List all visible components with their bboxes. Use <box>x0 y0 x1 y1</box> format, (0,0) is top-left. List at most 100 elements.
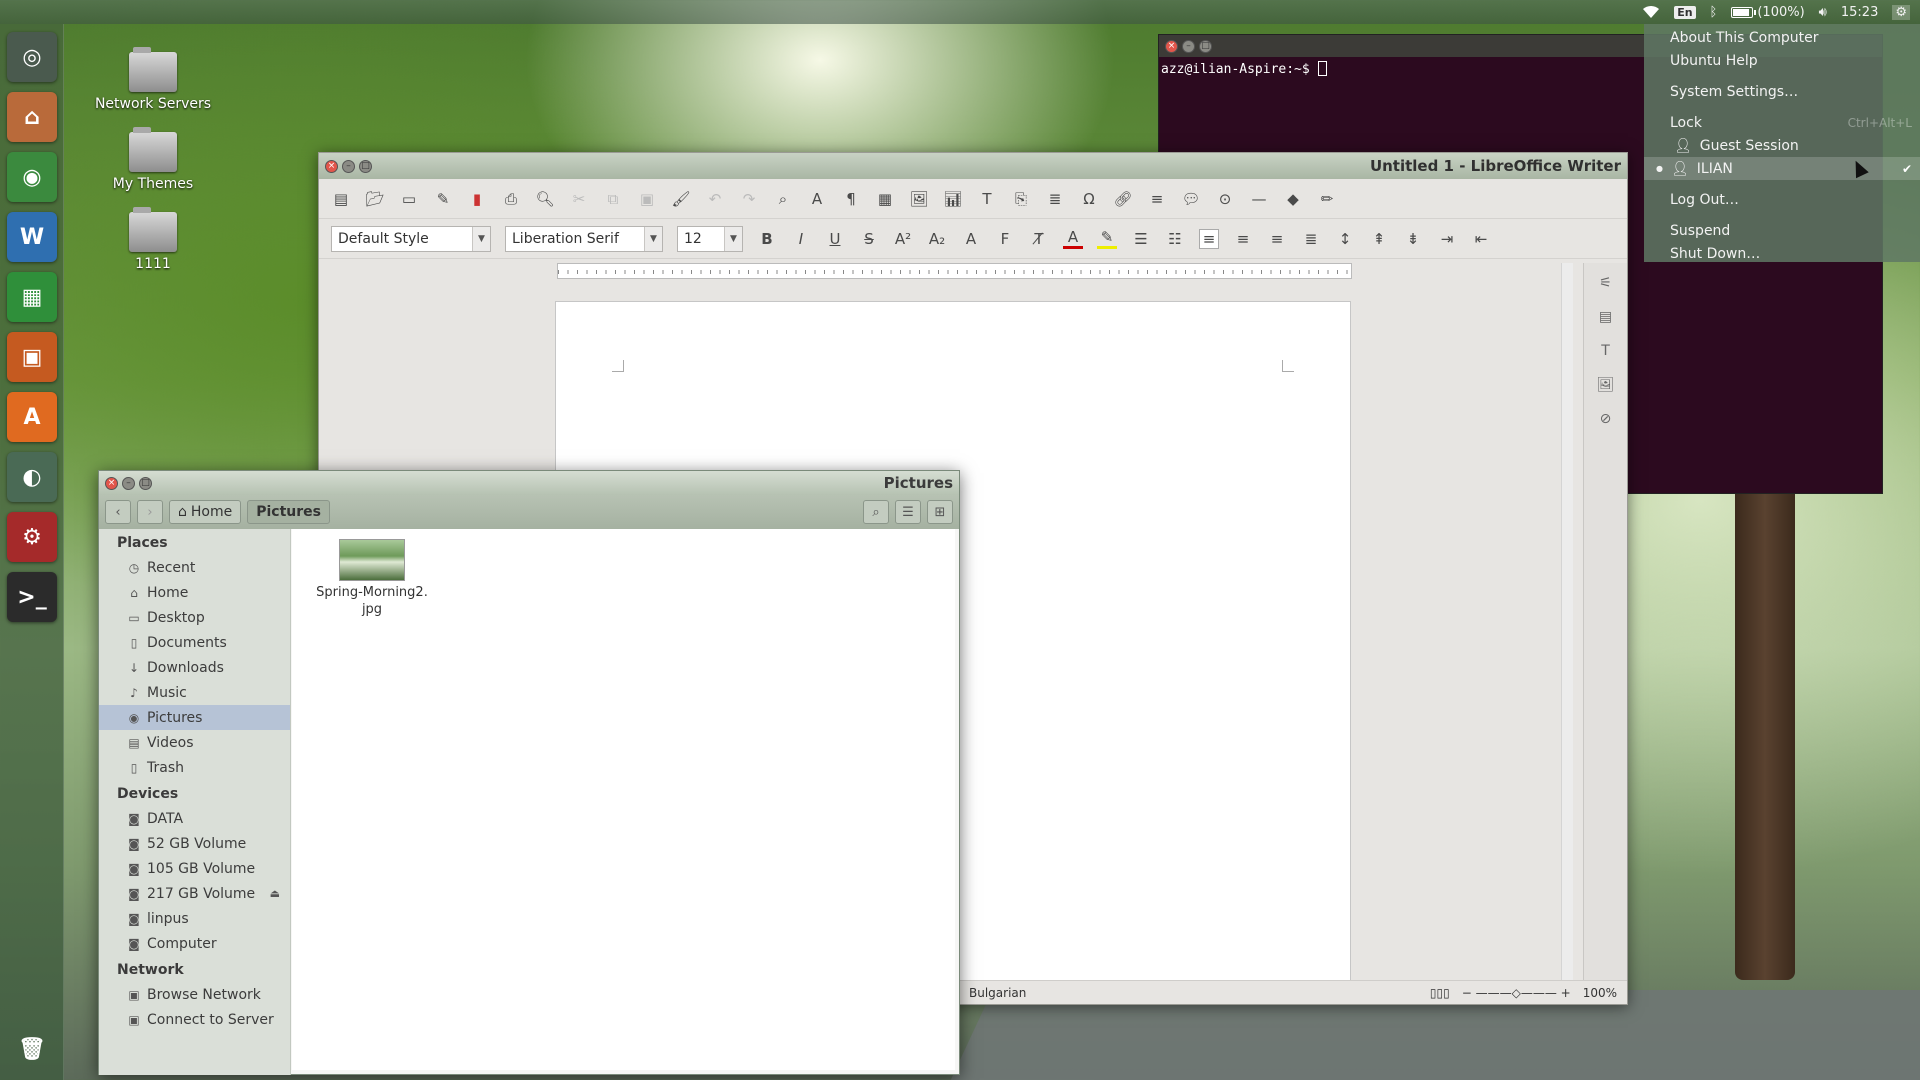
font-color-icon[interactable]: A <box>1063 228 1083 249</box>
increase-indent-icon[interactable]: ⇥ <box>1437 229 1457 249</box>
menu-item-user[interactable]: ● 👤︎ ILIAN ✔ <box>1644 157 1920 180</box>
clear-formatting-icon[interactable]: T̸ <box>1029 229 1049 249</box>
track-changes-icon[interactable]: ⊙ <box>1215 189 1235 209</box>
edit-document-icon[interactable]: ✎ <box>433 189 453 209</box>
launcher-item-terminal[interactable]: >_ <box>7 572 57 622</box>
status-language[interactable]: Bulgarian <box>969 986 1026 1000</box>
bluetooth-icon[interactable]: ᛒ <box>1710 5 1718 20</box>
styles-icon[interactable]: T <box>1594 339 1618 363</box>
bulleted-list-icon[interactable]: ☰ <box>1131 229 1151 249</box>
paragraph-style-select[interactable]: Default Style ▼ <box>331 225 491 252</box>
line-spacing-icon[interactable]: ↕ <box>1335 229 1355 249</box>
battery-indicator[interactable]: (100%) <box>1731 5 1805 20</box>
maximize-button[interactable]: □ <box>139 476 152 490</box>
close-button[interactable]: × <box>1165 39 1178 53</box>
comment-icon[interactable]: 💬︎ <box>1181 189 1201 209</box>
print-preview-icon[interactable]: 🔍︎ <box>535 189 555 209</box>
strikethrough-icon[interactable]: S <box>859 229 879 249</box>
horizontal-ruler[interactable] <box>557 263 1352 279</box>
numbered-list-icon[interactable]: ☷ <box>1165 229 1185 249</box>
sidebar-item-recent[interactable]: ◷ Recent <box>99 555 290 580</box>
cut-icon[interactable]: ✂ <box>569 189 589 209</box>
formatting-marks-icon[interactable]: ¶ <box>841 189 861 209</box>
breadcrumb-pictures[interactable]: Pictures <box>247 500 330 524</box>
basic-shapes-icon[interactable]: ◆ <box>1283 189 1303 209</box>
save-icon[interactable]: ▭ <box>399 189 419 209</box>
view-layout-icon[interactable]: ▯▯▯ <box>1430 986 1450 1000</box>
insert-table-icon[interactable]: ▦ <box>875 189 895 209</box>
zoom-level[interactable]: 100% <box>1583 986 1617 1000</box>
bold-icon[interactable]: B <box>757 229 777 249</box>
writer-titlebar[interactable]: × – □ Untitled 1 - LibreOffice Writer <box>319 153 1627 179</box>
sidebar-item-trash[interactable]: ▯ Trash <box>99 755 290 780</box>
copy-icon[interactable]: ⧉ <box>603 189 623 209</box>
launcher-item-disk-utility[interactable]: ◐ <box>7 452 57 502</box>
find-replace-icon[interactable]: ⌕ <box>773 189 793 209</box>
menu-item-log-out[interactable]: Log Out… <box>1644 188 1920 211</box>
maximize-button[interactable]: □ <box>359 159 372 173</box>
print-icon[interactable]: ⎙ <box>501 189 521 209</box>
breadcrumb-home[interactable]: ⌂ Home <box>169 500 242 524</box>
align-left-icon[interactable]: ≡ <box>1199 228 1219 249</box>
menu-item-about[interactable]: About This Computer <box>1644 26 1920 49</box>
properties-icon[interactable]: ▤ <box>1594 305 1618 329</box>
sidebar-item-52-gb-volume[interactable]: ◙ 52 GB Volume <box>99 831 290 856</box>
redo-icon[interactable]: ↷ <box>739 189 759 209</box>
menu-item-system-settings[interactable]: System Settings… <box>1644 80 1920 103</box>
list-view-button[interactable]: ☰ <box>895 500 921 524</box>
menu-item-suspend[interactable]: Suspend <box>1644 219 1920 242</box>
volume-icon[interactable]: 🔊︎ <box>1819 5 1827 20</box>
launcher-item-dash[interactable]: ◎ <box>7 32 57 82</box>
draw-functions-icon[interactable]: ✏ <box>1317 189 1337 209</box>
insert-line-icon[interactable]: — <box>1249 189 1269 209</box>
launcher-item-calc[interactable]: ▦ <box>7 272 57 322</box>
subscript-icon[interactable]: A₂ <box>927 229 947 249</box>
page-break-icon[interactable]: ⎘ <box>1011 189 1031 209</box>
new-document-icon[interactable]: ▤ <box>331 189 351 209</box>
sidebar-item-browse-network[interactable]: ▣ Browse Network <box>99 982 290 1007</box>
search-button[interactable]: ⌕ <box>863 500 889 524</box>
justify-icon[interactable]: ≣ <box>1301 229 1321 249</box>
superscript-icon[interactable]: A² <box>893 229 913 249</box>
highlight-color-icon[interactable]: ✎ <box>1097 228 1117 249</box>
sidebar-item-217-gb-volume[interactable]: ◙ 217 GB Volume ⏏ <box>99 881 290 906</box>
increase-paragraph-spacing-icon[interactable]: ⇞ <box>1369 229 1389 249</box>
desktop-icon-1111[interactable]: 1111 <box>93 207 213 272</box>
chevron-down-icon[interactable]: ▼ <box>472 226 490 251</box>
spelling-icon[interactable]: A <box>807 189 827 209</box>
launcher-item-software-center[interactable]: A <box>7 392 57 442</box>
font-name-select[interactable]: Liberation Serif ▼ <box>505 225 663 252</box>
forward-button[interactable]: › <box>137 500 163 524</box>
gallery-icon[interactable]: 🖼︎ <box>1594 373 1618 397</box>
navigator-icon[interactable]: ⊘ <box>1594 407 1618 431</box>
sidebar-item-music[interactable]: ♪ Music <box>99 680 290 705</box>
insert-image-icon[interactable]: 🖼︎ <box>909 189 929 209</box>
export-pdf-icon[interactable]: ▮ <box>467 189 487 209</box>
launcher-item-files[interactable]: ⌂ <box>7 92 57 142</box>
desktop-icon-network-servers[interactable]: Network Servers <box>93 47 213 112</box>
shadow-icon[interactable]: A <box>961 229 981 249</box>
hyperlink-icon[interactable]: 🔗︎ <box>1113 189 1133 209</box>
launcher-item-trash[interactable]: 🗑 <box>7 1024 57 1074</box>
minimize-button[interactable]: – <box>1182 39 1195 53</box>
decrease-paragraph-spacing-icon[interactable]: ⇟ <box>1403 229 1423 249</box>
menu-item-shut-down[interactable]: Shut Down… <box>1644 242 1920 265</box>
sidebar-item-documents[interactable]: ▯ Documents <box>99 630 290 655</box>
paste-icon[interactable]: ▣ <box>637 189 657 209</box>
sidebar-item-home[interactable]: ⌂ Home <box>99 580 290 605</box>
sidebar-item-connect-to-server[interactable]: ▣ Connect to Server <box>99 1007 290 1032</box>
sidebar-item-data[interactable]: ◙ DATA <box>99 806 290 831</box>
sidebar-item-pictures[interactable]: ◉ Pictures <box>99 705 290 730</box>
menu-item-lock[interactable]: Lock Ctrl+Alt+L <box>1644 111 1920 134</box>
insert-field-icon[interactable]: ≣ <box>1045 189 1065 209</box>
decrease-indent-icon[interactable]: ⇤ <box>1471 229 1491 249</box>
files-titlebar[interactable]: × – □ Pictures <box>99 471 959 495</box>
menu-item-help[interactable]: Ubuntu Help <box>1644 49 1920 72</box>
sidebar-item-linpus[interactable]: ◙ linpus <box>99 906 290 931</box>
minimize-button[interactable]: – <box>122 476 135 490</box>
chevron-down-icon[interactable]: ▼ <box>724 226 742 251</box>
maximize-button[interactable]: □ <box>1199 39 1212 53</box>
wifi-icon[interactable] <box>1642 5 1660 19</box>
clone-formatting-icon[interactable]: 🖌︎ <box>671 189 691 209</box>
zoom-slider[interactable]: − ———◇——— + <box>1462 986 1571 1000</box>
